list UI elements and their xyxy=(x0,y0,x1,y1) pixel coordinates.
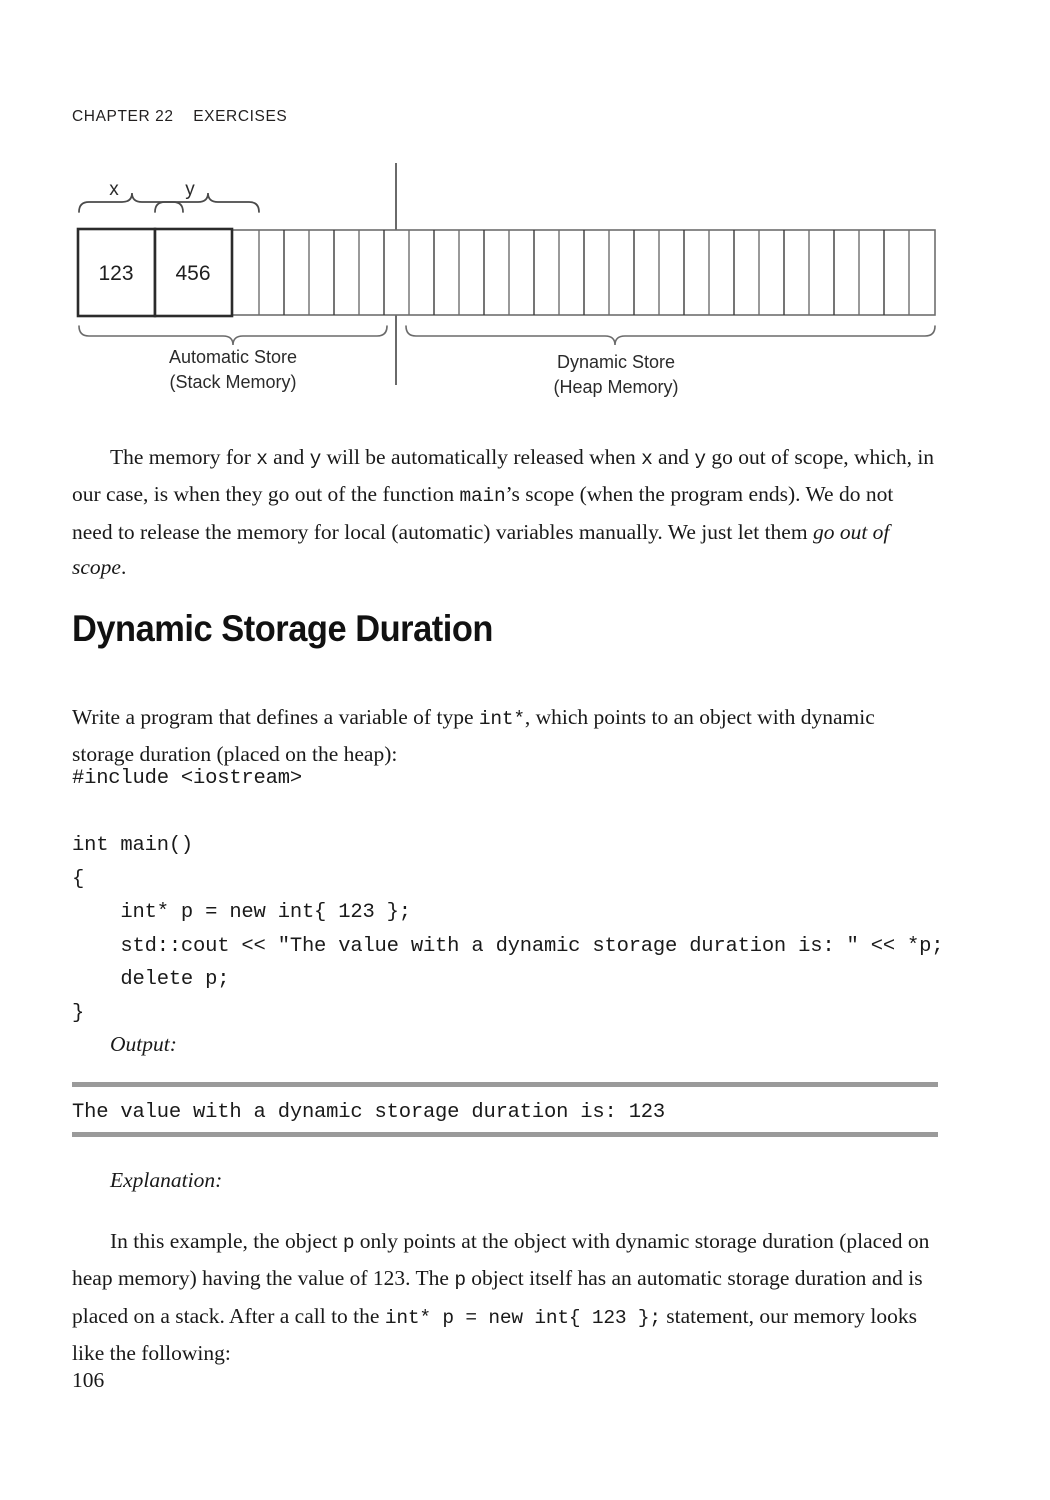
dynamic-store-title: Dynamic Store xyxy=(557,352,675,372)
intro-text-a: The memory for xyxy=(110,444,257,469)
brace-automatic-store xyxy=(78,325,388,346)
dynamic-store-subtitle: (Heap Memory) xyxy=(553,377,678,397)
cell-label-y: y xyxy=(185,179,195,200)
inline-code-new-int: int* p = new int{ 123 }; xyxy=(384,1306,661,1329)
intro-text-g: . xyxy=(120,555,127,579)
page-title: Dynamic Storage Duration xyxy=(72,608,493,649)
output-rule-bottom xyxy=(72,1132,938,1137)
intro-text-c: will be automatically released when xyxy=(321,444,642,469)
inline-code-y1: y xyxy=(309,447,322,470)
memory-cell-x-value: 123 xyxy=(98,262,133,285)
brace-dynamic-store xyxy=(405,325,936,346)
memory-cell-y-value: 456 xyxy=(175,262,210,285)
intro-text-d: and xyxy=(652,444,695,469)
explanation-paragraph: In this example, the object p only point… xyxy=(72,1224,938,1372)
running-head: CHAPTER 22 EXERCISES xyxy=(72,108,288,125)
memory-layout-diagram: x y 123 456 Automatic Store (Stack Memor… xyxy=(60,150,960,400)
output-text: The value with a dynamic storage duratio… xyxy=(72,1101,665,1124)
output-rule-top xyxy=(72,1082,938,1087)
inline-code-intptr: int* xyxy=(478,707,525,730)
automatic-store-title: Automatic Store xyxy=(169,347,297,367)
page-number: 106 xyxy=(72,1368,105,1392)
cell-label-x: x xyxy=(109,179,119,200)
intro-text-b: and xyxy=(267,444,310,469)
intro-paragraph: The memory for x and y will be automatic… xyxy=(72,440,938,586)
inline-code-main: main xyxy=(459,485,506,507)
explanation-text-a: In this example, the object xyxy=(110,1228,343,1253)
explanation-label: Explanation: xyxy=(110,1168,223,1192)
inline-code-x2: x xyxy=(641,447,653,470)
prompt-text-a: Write a program that defines a variable … xyxy=(72,704,479,729)
inline-code-x1: x xyxy=(256,447,268,470)
inline-code-p1: p xyxy=(342,1231,355,1254)
automatic-store-subtitle: (Stack Memory) xyxy=(169,372,296,392)
inline-code-p2: p xyxy=(454,1269,466,1291)
document-page: CHAPTER 22 EXERCISES x y 123 456 Automat… xyxy=(0,0,1050,1500)
inline-code-y2: y xyxy=(694,447,706,470)
brace-y xyxy=(154,192,260,213)
output-label: Output: xyxy=(110,1032,177,1056)
code-block: #include <iostream> int main() { int* p … xyxy=(72,767,944,1025)
